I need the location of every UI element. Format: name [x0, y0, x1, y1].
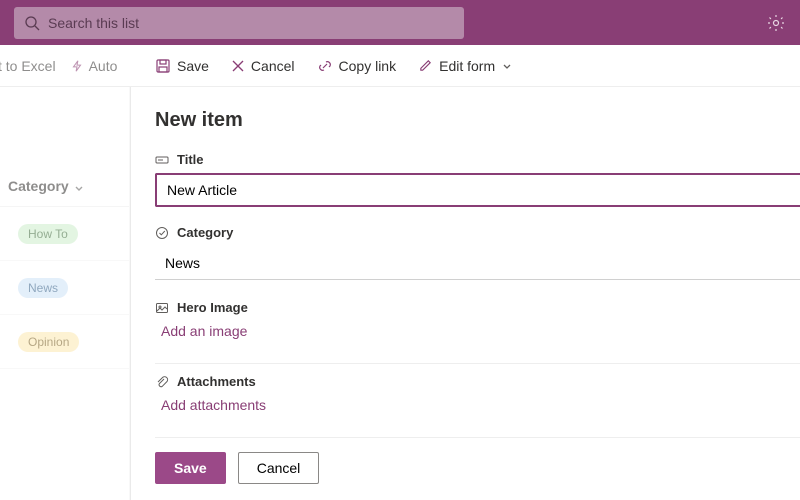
- close-icon: [231, 59, 245, 73]
- panel-command-bar: Save Cancel Copy link Edit form: [155, 45, 513, 86]
- gear-icon[interactable]: [766, 13, 786, 33]
- attachments-field-label: Attachments: [155, 374, 800, 389]
- new-item-panel: New item Title Category Hero Image Add a…: [130, 87, 800, 500]
- category-pill: News: [18, 278, 68, 298]
- copylink-label: Copy link: [339, 58, 397, 74]
- save-command[interactable]: Save: [155, 58, 209, 74]
- search-icon: [24, 15, 40, 31]
- image-icon: [155, 301, 169, 315]
- automate-label: Auto: [89, 58, 118, 74]
- app-top-bar: [0, 0, 800, 45]
- list-row[interactable]: News: [0, 261, 129, 315]
- text-field-icon: [155, 153, 169, 167]
- hero-field-label: Hero Image: [155, 300, 800, 315]
- column-header-label: Category: [8, 178, 69, 194]
- panel-heading: New item: [155, 109, 800, 132]
- column-header-category[interactable]: Category: [0, 87, 129, 207]
- export-label: t to Excel: [0, 58, 56, 74]
- category-pill: How To: [18, 224, 78, 244]
- export-excel-button[interactable]: t to Excel: [0, 58, 56, 74]
- search-box[interactable]: [14, 7, 464, 39]
- divider: [155, 363, 800, 364]
- choice-icon: [155, 226, 169, 240]
- list-row[interactable]: How To: [0, 207, 129, 261]
- automate-icon: [70, 59, 84, 73]
- cancel-button[interactable]: Cancel: [238, 452, 320, 484]
- category-pill: Opinion: [18, 332, 79, 352]
- background-commands: t to Excel Auto: [0, 58, 130, 74]
- save-command-label: Save: [177, 58, 209, 74]
- list-background: Category How To News Opinion: [0, 87, 130, 500]
- cancel-command-label: Cancel: [251, 58, 295, 74]
- content-area: Category How To News Opinion New item Ti…: [0, 87, 800, 500]
- link-icon: [317, 58, 333, 74]
- category-input[interactable]: [155, 246, 800, 280]
- command-bar: t to Excel Auto Save Cancel Copy link Ed…: [0, 45, 800, 87]
- title-field-label: Title: [155, 152, 800, 167]
- search-input[interactable]: [48, 15, 454, 31]
- category-field-label: Category: [155, 225, 800, 240]
- form-footer: Save Cancel: [155, 452, 800, 484]
- list-row[interactable]: Opinion: [0, 315, 129, 369]
- save-button[interactable]: Save: [155, 452, 226, 484]
- attachment-icon: [155, 375, 169, 389]
- editform-command[interactable]: Edit form: [418, 58, 513, 74]
- cancel-command[interactable]: Cancel: [231, 58, 295, 74]
- chevron-down-icon: [73, 182, 85, 194]
- copylink-command[interactable]: Copy link: [317, 58, 397, 74]
- edit-icon: [418, 58, 433, 73]
- title-input[interactable]: [155, 173, 800, 207]
- divider: [155, 437, 800, 438]
- add-image-link[interactable]: Add an image: [155, 321, 253, 347]
- save-icon: [155, 58, 171, 74]
- automate-button[interactable]: Auto: [70, 58, 118, 74]
- chevron-down-icon: [501, 60, 513, 72]
- add-attachments-link[interactable]: Add attachments: [155, 395, 272, 421]
- editform-label: Edit form: [439, 58, 495, 74]
